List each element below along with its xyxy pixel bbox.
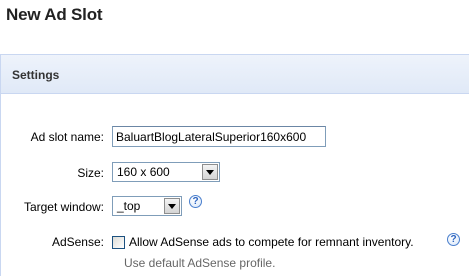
help-icon[interactable]: ? <box>447 233 460 246</box>
target-window-select-value: _top <box>117 199 141 213</box>
adsense-profile-hint: Use default AdSense profile. <box>124 256 276 270</box>
page: New Ad Slot Settings Ad slot name: Size:… <box>0 0 469 276</box>
target-window-select[interactable]: _top <box>112 196 182 216</box>
page-title: New Ad Slot <box>6 5 103 24</box>
adsense-checkbox-label[interactable]: Allow AdSense ads to compete for remnant… <box>129 235 414 249</box>
chevron-down-icon[interactable] <box>164 198 180 214</box>
size-label: Size: <box>77 166 104 180</box>
chevron-down-icon[interactable] <box>202 164 218 180</box>
ad-slot-name-label: Ad slot name: <box>30 130 104 144</box>
adsense-checkbox[interactable] <box>112 236 125 249</box>
settings-title: Settings <box>12 68 60 82</box>
help-icon[interactable]: ? <box>189 195 202 208</box>
target-window-label: Target window: <box>23 200 104 214</box>
size-select-value: 160 x 600 <box>117 165 170 179</box>
ad-slot-name-input[interactable] <box>112 126 326 147</box>
size-select[interactable]: 160 x 600 <box>112 162 220 182</box>
settings-header: Settings <box>1 54 469 94</box>
adsense-label: AdSense: <box>51 235 104 249</box>
